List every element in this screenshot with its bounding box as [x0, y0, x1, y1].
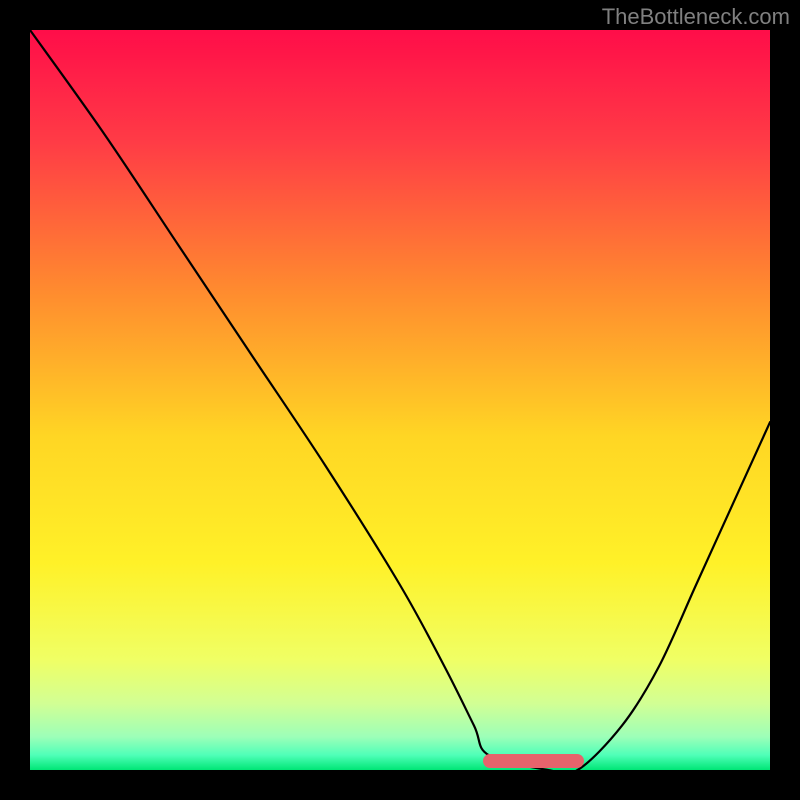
watermark: TheBottleneck.com [602, 4, 790, 30]
chart-container: TheBottleneck.com [0, 0, 800, 800]
curve-svg [30, 30, 770, 770]
plot-area [30, 30, 770, 770]
curve-flat-marker [483, 754, 584, 768]
bottleneck-curve [30, 30, 770, 770]
